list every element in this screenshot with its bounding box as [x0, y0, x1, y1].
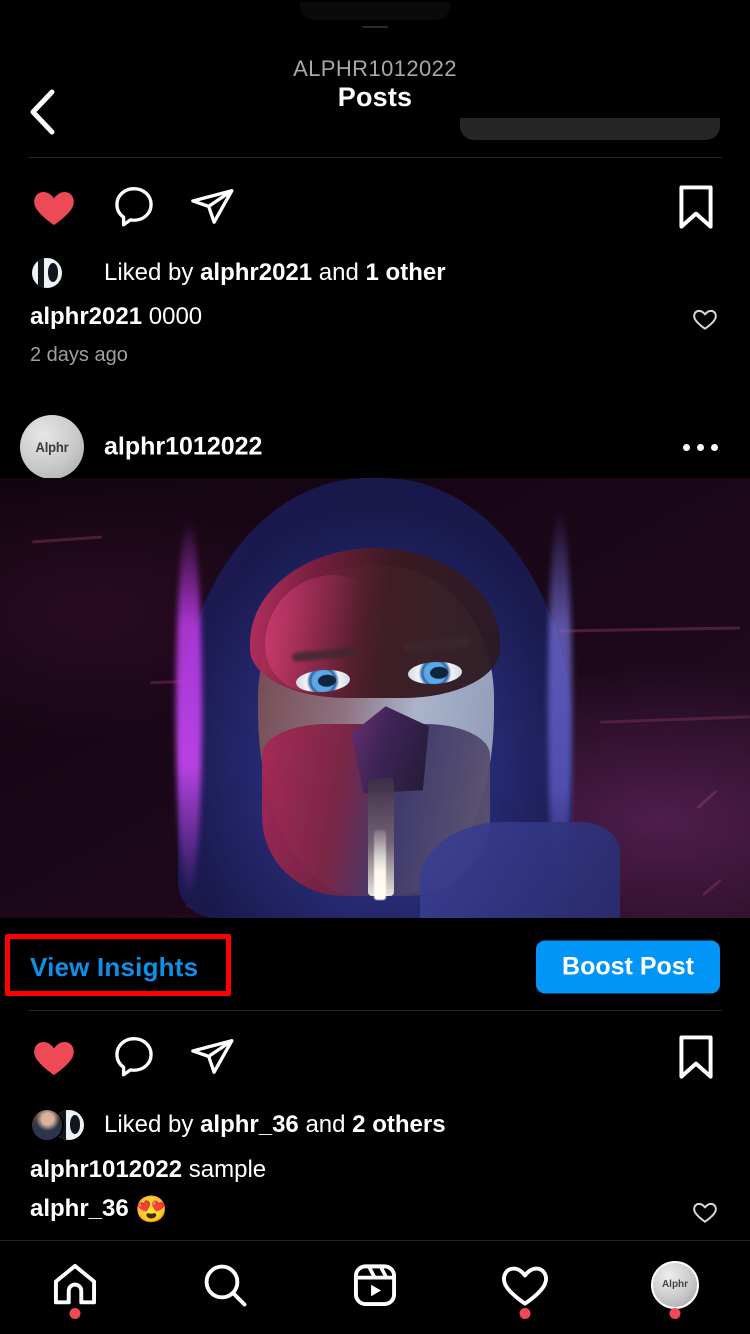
notch	[300, 2, 450, 20]
nav-item-activity[interactable]	[450, 1241, 600, 1334]
search-icon	[199, 1259, 251, 1311]
liked-by-row-top-post[interactable]: Liked by alphr2021 and 1 other	[0, 250, 750, 296]
divider-under-insights	[28, 1010, 722, 1011]
bookmark-icon	[679, 185, 713, 229]
notification-badge	[69, 1307, 81, 1319]
header-subtitle: ALPHR1012022	[293, 55, 457, 81]
share-button-main-post[interactable]	[184, 1029, 240, 1085]
profile-avatar-logo: Alphr	[661, 1279, 689, 1290]
comment-username-main-post[interactable]: alphr_36	[30, 1195, 129, 1222]
heart-outline-icon	[693, 309, 717, 330]
back-button[interactable]	[14, 84, 70, 140]
liked-by-avatars-top-post	[30, 256, 92, 290]
notification-badge	[669, 1307, 681, 1319]
hood-rim-light-left	[176, 518, 202, 898]
avatar	[30, 256, 64, 290]
liked-by-others: 2 others	[352, 1111, 446, 1138]
heart-filled-icon	[34, 192, 74, 225]
share-button-top-post[interactable]	[184, 179, 240, 235]
nav-item-search[interactable]	[150, 1241, 300, 1334]
paper-plane-icon	[191, 189, 234, 224]
notch-speaker	[362, 26, 388, 28]
liked-by-prefix: Liked by	[104, 259, 201, 286]
comment-like-button-main-post[interactable]	[688, 1195, 722, 1229]
more-options-icon	[682, 443, 690, 451]
comment-line-top-post: alphr2021 0000	[30, 305, 202, 329]
liked-by-middle: and	[298, 1111, 353, 1138]
like-button-main-post[interactable]	[26, 1029, 82, 1085]
home-icon	[49, 1259, 101, 1311]
instagram-posts-screen: ALPHR1012022 Posts Liked by alphr2021 an…	[0, 0, 750, 1334]
post-options-button[interactable]	[676, 427, 724, 467]
liked-by-others: 1 other	[365, 259, 446, 286]
comment-button-top-post[interactable]	[106, 179, 162, 235]
notification-badge	[519, 1307, 531, 1319]
liked-by-user: alphr2021	[200, 259, 313, 286]
profile-avatar-icon: Alphr	[651, 1260, 699, 1309]
nav-item-home[interactable]	[0, 1241, 150, 1334]
divider-top	[28, 157, 722, 158]
heart-filled-icon	[34, 1042, 74, 1075]
post-author-name[interactable]: alphr1012022	[104, 434, 262, 460]
comment-button-main-post[interactable]	[106, 1029, 162, 1085]
heart-outline-icon	[499, 1259, 551, 1311]
subject-shoulder	[420, 822, 620, 918]
comment-bubble-icon	[115, 1037, 153, 1077]
chevron-left-icon	[30, 89, 55, 135]
timestamp-top-post: 2 days ago	[30, 344, 128, 366]
like-button-top-post[interactable]	[26, 179, 82, 235]
liked-by-user: alphr_36	[200, 1111, 299, 1138]
paper-plane-icon	[191, 1039, 234, 1074]
comment-username-top-post[interactable]: alphr2021	[30, 303, 142, 330]
more-options-icon	[710, 443, 718, 451]
status-bar	[0, 0, 750, 34]
boost-post-button[interactable]: Boost Post	[536, 940, 720, 994]
more-options-icon	[696, 443, 704, 451]
view-insights-link[interactable]: View Insights	[30, 954, 198, 980]
liked-by-text-top-post: Liked by alphr2021 and 1 other	[104, 261, 446, 285]
avatar	[30, 1108, 64, 1142]
liked-by-prefix: Liked by	[104, 1111, 201, 1138]
avatar-logo-text: Alphr	[35, 439, 69, 455]
comment-bubble-icon	[115, 187, 153, 227]
bottom-navigation-bar: Alphr	[0, 1240, 750, 1334]
liked-by-text-main-post: Liked by alphr_36 and 2 others	[104, 1113, 446, 1137]
liked-by-avatars-main-post	[30, 1108, 92, 1142]
nav-item-reels[interactable]	[300, 1241, 450, 1334]
comment-text-top-post: 0000	[148, 303, 203, 330]
insights-row: View Insights Boost Post	[0, 926, 750, 1008]
caption-text: sample	[188, 1156, 267, 1183]
main-post-action-bar	[0, 1018, 750, 1096]
save-button-top-post[interactable]	[672, 179, 720, 235]
comment-line-main-post: alphr_36 😍	[30, 1196, 168, 1222]
nav-item-profile[interactable]: Alphr	[600, 1241, 750, 1334]
top-post-action-bar	[0, 168, 750, 246]
bookmark-icon	[679, 1035, 713, 1079]
post-image[interactable]	[0, 478, 750, 918]
caption-line-main-post: alphr1012022 sample	[30, 1158, 266, 1182]
post-author-avatar[interactable]: Alphr	[20, 415, 84, 479]
liked-by-row-main-post[interactable]: Liked by alphr_36 and 2 others	[0, 1102, 750, 1148]
caption-username[interactable]: alphr1012022	[30, 1156, 182, 1183]
previous-post-image-edge	[460, 118, 720, 140]
page-title: Posts	[337, 81, 413, 112]
comment-text-main-post: 😍	[135, 1194, 168, 1224]
reels-icon	[349, 1259, 401, 1311]
comment-like-button-top-post[interactable]	[688, 302, 722, 336]
save-button-main-post[interactable]	[672, 1029, 720, 1085]
liked-by-middle: and	[312, 259, 366, 286]
mask-light-glow	[374, 830, 386, 900]
heart-outline-icon	[693, 1202, 717, 1223]
